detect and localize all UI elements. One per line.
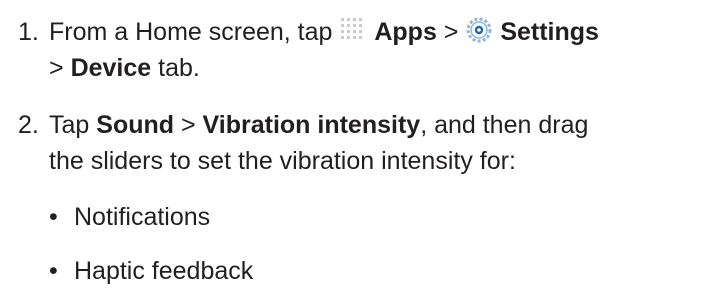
step-number: 2.	[18, 111, 39, 139]
settings-gear-icon	[465, 16, 493, 54]
step-2-line-1: Tap Sound > Vibration intensity, and the…	[49, 107, 588, 143]
device-label: Device	[70, 54, 152, 82]
vibration-intensity-label: Vibration intensity	[202, 111, 421, 139]
step-number: 1.	[18, 18, 39, 46]
separator: >	[180, 111, 196, 139]
settings-label: Settings	[500, 18, 599, 46]
step-text: tab.	[158, 54, 200, 82]
sound-label: Sound	[96, 111, 175, 139]
step-text: , and then drag	[420, 111, 589, 139]
instruction-document: 1. From a Home screen, tap Apps > Settin…	[0, 0, 704, 285]
separator: >	[49, 54, 64, 82]
bullet-text: Haptic feedback	[74, 257, 254, 285]
step-1-line-1: From a Home screen, tap Apps > Settings	[49, 14, 599, 54]
bullet-text: Notifications	[74, 203, 211, 231]
step-2-line-2: the sliders to set the vibration intensi…	[49, 147, 516, 175]
apps-grid-icon	[339, 16, 367, 54]
apps-label: Apps	[374, 18, 437, 46]
separator: >	[443, 18, 459, 46]
step-1-line-2: > Device tab.	[49, 50, 200, 86]
step-text: From a Home screen, tap	[49, 18, 333, 46]
step-text: Tap	[49, 111, 90, 139]
